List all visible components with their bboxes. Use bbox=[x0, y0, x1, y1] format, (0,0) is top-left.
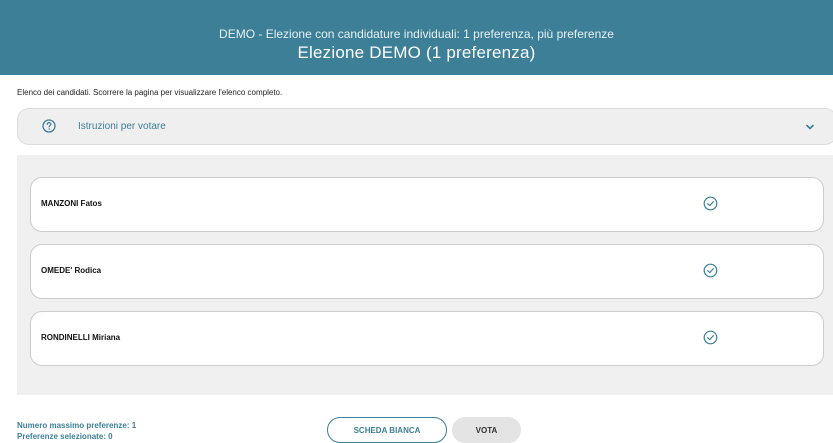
election-title: Elezione DEMO (1 preferenza) bbox=[297, 43, 536, 62]
chevron-down-icon[interactable] bbox=[804, 122, 816, 132]
election-subtitle: DEMO - Elezione con candidature individu… bbox=[219, 27, 614, 41]
preferences-info: Numero massimo preferenze: 1 Preferenze … bbox=[17, 420, 136, 442]
candidate-list-panel: MANZONI Fatos OMEDE' Rodica RONDINELLI M… bbox=[17, 155, 833, 395]
voting-instructions-accordion[interactable]: Istruzioni per votare bbox=[17, 108, 833, 145]
selected-preferences-text: Preferenze selezionate: 0 bbox=[17, 432, 113, 441]
vote-button[interactable]: VOTA bbox=[452, 417, 521, 443]
blank-ballot-button[interactable]: SCHEDA BIANCA bbox=[327, 417, 447, 443]
voting-instructions-label: Istruzioni per votare bbox=[78, 121, 166, 132]
candidate-name: OMEDE' Rodica bbox=[41, 266, 102, 275]
election-header: DEMO - Elezione con candidature individu… bbox=[0, 0, 833, 75]
candidate-name: MANZONI Fatos bbox=[41, 199, 102, 208]
help-circle-icon bbox=[42, 119, 56, 133]
max-preferences-text: Numero massimo preferenze: 1 bbox=[17, 421, 137, 430]
check-circle-icon[interactable] bbox=[703, 263, 718, 278]
candidate-list-intro: Elenco dei candidati. Scorrere la pagina… bbox=[17, 88, 283, 97]
check-circle-icon[interactable] bbox=[703, 196, 718, 211]
check-circle-icon[interactable] bbox=[703, 330, 718, 345]
candidate-card[interactable]: OMEDE' Rodica bbox=[30, 244, 824, 299]
candidate-name: RONDINELLI Miriana bbox=[41, 333, 121, 342]
candidate-card[interactable]: MANZONI Fatos bbox=[30, 177, 824, 232]
candidate-card[interactable]: RONDINELLI Miriana bbox=[30, 311, 824, 366]
